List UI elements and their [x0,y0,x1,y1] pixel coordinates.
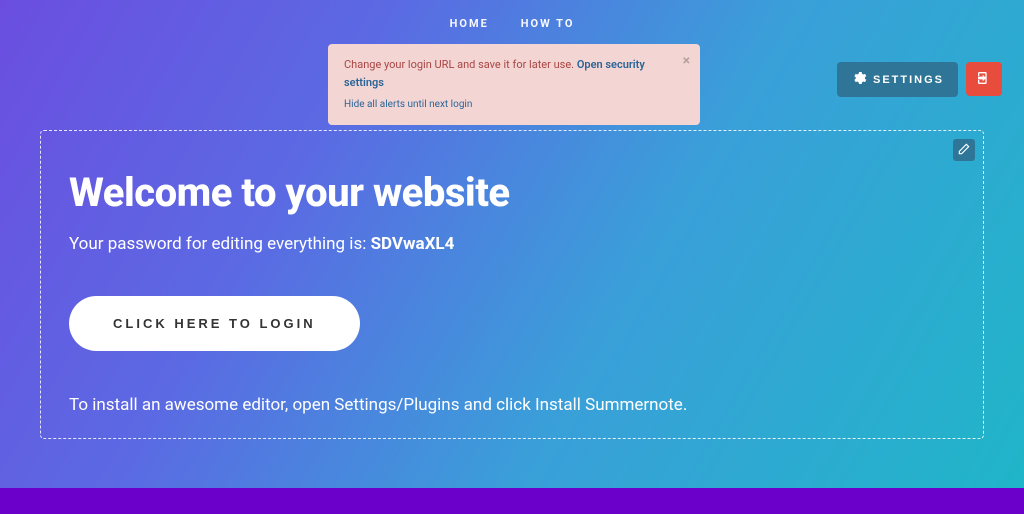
nav-howto[interactable]: HOW TO [521,17,575,30]
welcome-panel: Welcome to your website Your password fo… [40,130,984,439]
settings-button-label: SETTINGS [873,74,944,86]
logout-button[interactable] [966,62,1002,96]
nav-home[interactable]: HOME [450,17,489,30]
logout-icon [976,70,992,89]
pencil-icon [957,141,971,160]
install-tip: To install an awesome editor, open Setti… [69,395,955,415]
password-value: SDVwaXL4 [371,234,455,254]
gear-icon [851,70,867,89]
page-title: Welcome to your website [69,169,955,216]
alert-close-button[interactable]: × [683,54,690,68]
topbar: SETTINGS [837,62,1002,97]
top-nav: HOME HOW TO [0,12,1024,31]
password-line: Your password for editing everything is:… [69,234,955,254]
hide-alerts-link[interactable]: Hide all alerts until next login [344,97,670,113]
edit-panel-button[interactable] [953,139,975,161]
security-alert: Change your login URL and save it for la… [328,44,700,125]
settings-button[interactable]: SETTINGS [837,62,958,97]
login-button[interactable]: CLICK HERE TO LOGIN [69,296,360,351]
footer-bar [0,488,1024,514]
alert-text: Change your login URL and save it for la… [344,58,574,71]
